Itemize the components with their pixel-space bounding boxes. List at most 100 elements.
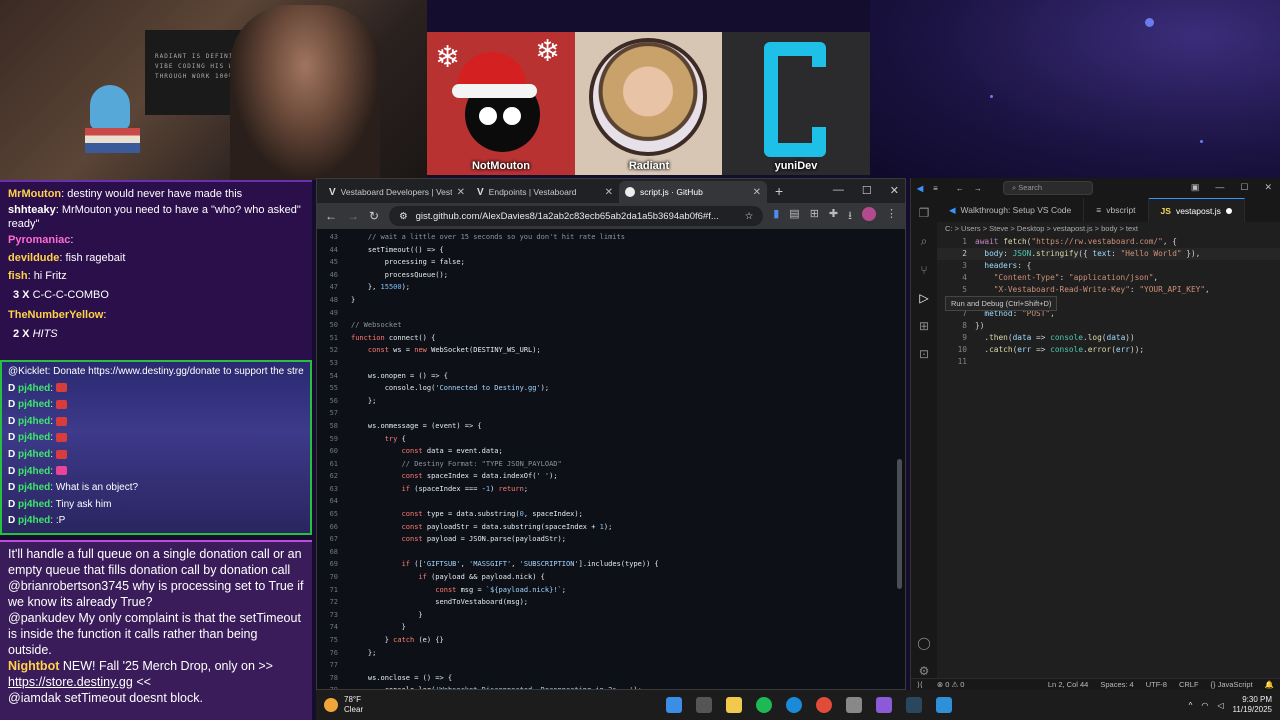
close-icon[interactable]: ✕: [753, 187, 761, 198]
close-icon[interactable]: ✕: [1264, 182, 1272, 193]
account-icon[interactable]: ◯: [917, 636, 930, 650]
extensions-icon[interactable]: ⊞: [919, 319, 929, 333]
extension-icon[interactable]: ▮: [773, 207, 779, 226]
file-explorer-icon[interactable]: [726, 697, 742, 713]
close-icon[interactable]: ✕: [605, 187, 613, 198]
line-number: 73: [329, 610, 338, 619]
bookmark-star-icon[interactable]: ☆: [745, 211, 754, 222]
search-icon[interactable]: ⌕: [921, 234, 928, 249]
steam-icon[interactable]: [906, 697, 922, 713]
spotify-icon[interactable]: [756, 697, 772, 713]
code-line: 51 function connect() {: [317, 332, 905, 345]
menu-icon[interactable]: ⋮: [886, 207, 897, 226]
code-line[interactable]: 8}): [937, 320, 1280, 332]
code-text: ws.onopen = () => {: [351, 371, 448, 380]
start-icon[interactable]: [666, 697, 682, 713]
indentation[interactable]: Spaces: 4: [1100, 680, 1133, 689]
app-icon[interactable]: [846, 697, 862, 713]
code-line[interactable]: 1 await fetch("https://rw.vestaboard.com/…: [937, 236, 1280, 248]
code-line: 54 ws.onopen = () => {: [317, 370, 905, 383]
chat-message: It'll handle a full queue on a single do…: [8, 547, 302, 577]
encoding[interactable]: UTF-8: [1146, 680, 1167, 689]
emote-icon: [55, 466, 67, 476]
code-line: 63 if (spaceIndex === -1) return;: [317, 483, 905, 496]
activity-bar: ❐ ⌕ ⑂ ▷ ⊞ ⊡ ◯ ⚙: [911, 198, 937, 678]
code-text: }: [351, 610, 423, 619]
profile-avatar[interactable]: [862, 206, 876, 221]
obs-icon[interactable]: [876, 697, 892, 713]
edge-icon[interactable]: [786, 697, 802, 713]
weather-widget[interactable]: 78°F Clear: [316, 695, 436, 715]
code-line[interactable]: 3 headers: {: [937, 260, 1280, 272]
vestaboard-icon: V: [477, 186, 484, 198]
streamer: [230, 5, 380, 180]
chat-message: D pj4hed:: [8, 430, 304, 447]
minimize-icon[interactable]: —: [833, 184, 844, 197]
remote-indicator-icon[interactable]: ⟩⟨: [917, 680, 923, 689]
wifi-icon[interactable]: ◠: [1201, 701, 1208, 710]
line-number: 8: [962, 321, 967, 330]
taskbar-apps: [666, 697, 952, 713]
url-bar[interactable]: ⚙ gist.github.com/AlexDavies8/1a2ab2c83e…: [389, 206, 764, 226]
chat-link[interactable]: https://store.destiny.gg: [8, 675, 133, 689]
code-line[interactable]: 9 .then(data => console.log(data)): [937, 332, 1280, 344]
settings-gear-icon[interactable]: ⚙: [919, 664, 930, 678]
new-tab-button[interactable]: +: [767, 183, 791, 203]
browser-tab[interactable]: V Endpoints | Vestaboard ✕: [471, 181, 619, 203]
run-debug-icon[interactable]: ▷: [919, 291, 928, 305]
volume-icon[interactable]: ◁: [1217, 701, 1223, 710]
forward-icon[interactable]: →: [974, 184, 982, 193]
window-controls: ▣ — ☐ ✕: [1191, 182, 1272, 193]
search-input[interactable]: ⌕ Search: [1003, 181, 1093, 195]
downloads-icon[interactable]: ⭳: [848, 207, 852, 226]
close-icon[interactable]: ✕: [457, 187, 465, 198]
code-text: const spaceIndex = data.indexOf(' ');: [401, 472, 558, 481]
line-number: 76: [329, 648, 338, 657]
layout-icon[interactable]: ▣: [1191, 182, 1200, 193]
close-icon[interactable]: ✕: [890, 184, 899, 197]
editor-tab[interactable]: ◀ Walkthrough: Setup VS Code: [937, 198, 1085, 222]
clock[interactable]: 9:30 PM 11/19/2025: [1233, 695, 1272, 715]
menu-icon[interactable]: ≡: [933, 184, 938, 193]
browser-tab-active[interactable]: script.js · GitHub ✕: [619, 181, 767, 203]
back-icon[interactable]: ←: [325, 209, 337, 223]
chrome-icon[interactable]: [816, 697, 832, 713]
puzzle-icon[interactable]: ✚: [829, 207, 838, 226]
problems-indicator[interactable]: ⊗ 0 ⚠ 0: [937, 680, 965, 689]
browser-tab[interactable]: V Vestaboard Developers | Vestab ✕: [323, 181, 471, 203]
editor-tab[interactable]: ≡ vbscript: [1084, 198, 1149, 222]
reload-icon[interactable]: ↻: [369, 209, 379, 223]
back-icon[interactable]: ←: [956, 184, 964, 193]
site-info-icon[interactable]: ⚙: [399, 211, 408, 222]
code-line[interactable]: 10 .catch(err => console.error(err));: [937, 344, 1280, 356]
vscode-icon[interactable]: [936, 697, 952, 713]
code-line[interactable]: 4 "Content-Type": "application/json",: [937, 272, 1280, 284]
code-line[interactable]: 5 "X-Vestaboard-Read-Write-Key": "YOUR_A…: [937, 284, 1280, 296]
task-view-icon[interactable]: [696, 697, 712, 713]
tray-chevron-icon[interactable]: ^: [1189, 701, 1193, 710]
maximize-icon[interactable]: ☐: [862, 184, 872, 197]
remote-icon[interactable]: ⊡: [919, 347, 929, 361]
explorer-icon[interactable]: ❐: [919, 206, 930, 220]
scrollbar[interactable]: [897, 459, 902, 589]
editor-tab-active[interactable]: JS vestapost.js: [1148, 198, 1245, 222]
code-line[interactable]: 11: [937, 356, 1280, 368]
cursor-position[interactable]: Ln 2, Col 44: [1048, 680, 1088, 689]
language-mode[interactable]: {} JavaScript: [1211, 680, 1253, 689]
bell-icon[interactable]: 🔔: [1265, 680, 1274, 689]
chat-separator: :: [70, 234, 74, 246]
vscode-logo-icon: ◀: [917, 183, 924, 193]
line-ending[interactable]: CRLF: [1179, 680, 1199, 689]
extension-icon[interactable]: ▤: [789, 207, 799, 226]
forward-icon[interactable]: →: [347, 209, 359, 223]
extension-icon[interactable]: ⊞: [810, 207, 819, 226]
minimize-icon[interactable]: —: [1215, 182, 1224, 193]
source-control-icon[interactable]: ⑂: [920, 263, 927, 277]
guest-card-radiant: Radiant: [575, 32, 723, 175]
code-line: 74 }: [317, 621, 905, 634]
unsaved-dot-icon[interactable]: [1225, 207, 1232, 214]
code-line[interactable]: 2 body: JSON.stringify({ text: "Hello Wo…: [937, 248, 1280, 260]
maximize-icon[interactable]: ☐: [1240, 182, 1248, 193]
breadcrumb[interactable]: C: > Users > Steve > Desktop > vestapost…: [945, 224, 1138, 233]
